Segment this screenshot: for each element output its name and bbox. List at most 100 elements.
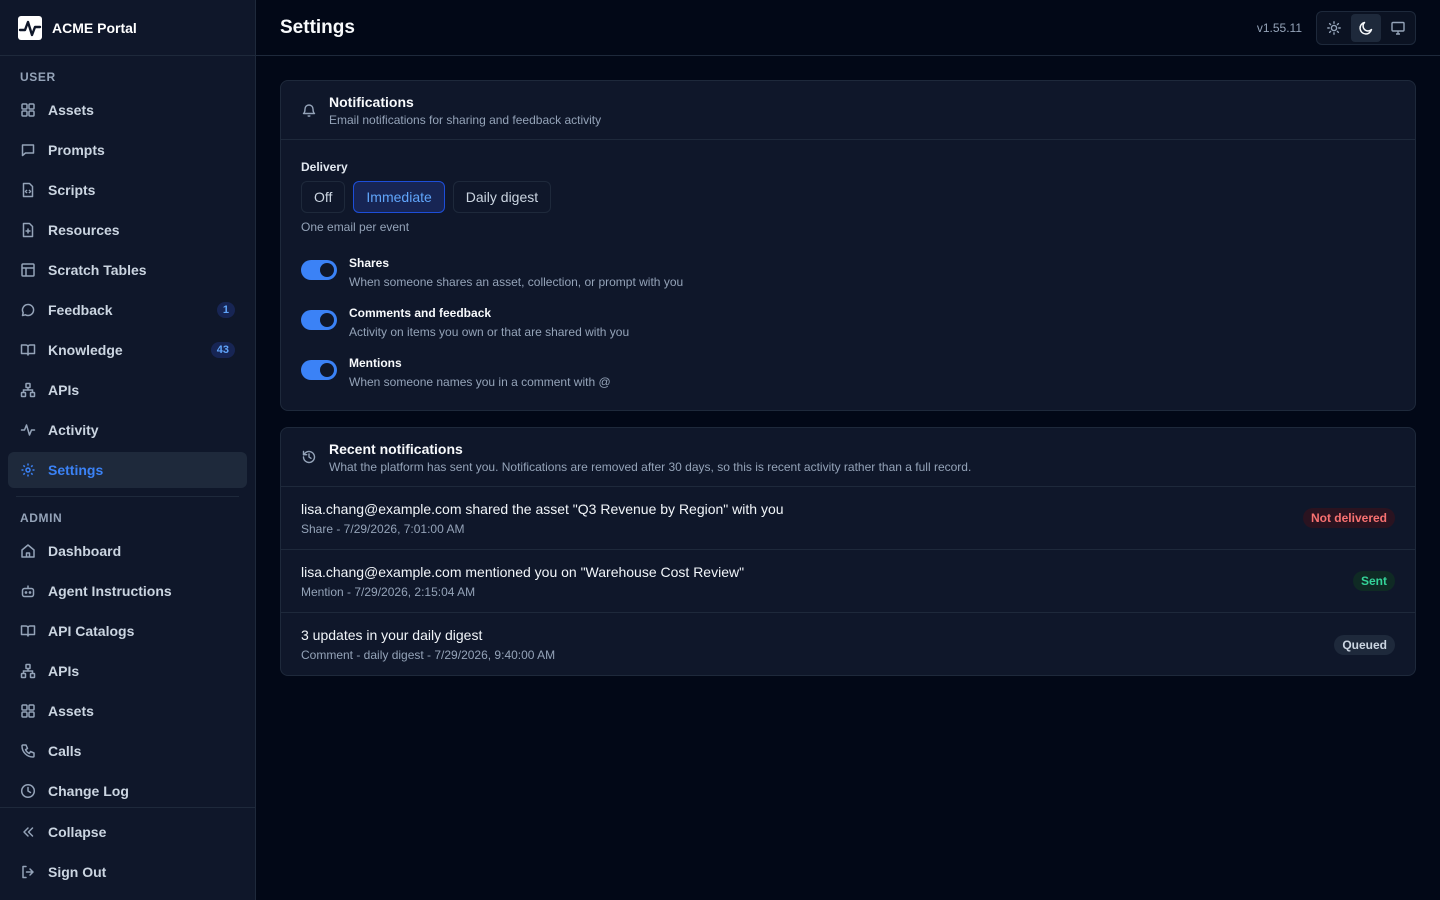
recent-subtitle: What the platform has sent you. Notifica…: [329, 459, 972, 474]
sidebar-item-label: Activity: [48, 422, 99, 438]
gear-icon: [20, 462, 36, 478]
sidebar-item-label: Knowledge: [48, 342, 123, 358]
notifications-title: Notifications: [329, 93, 414, 110]
theme-dark-button[interactable]: [1351, 13, 1381, 42]
sidebar-item-scripts[interactable]: Scripts: [8, 172, 247, 208]
toggle-description: When someone names you in a comment with…: [349, 375, 611, 389]
toggle-title: Mentions: [349, 356, 402, 370]
log-out-icon: [20, 864, 36, 880]
shares-toggle[interactable]: [301, 260, 337, 280]
sidebar-item-label: Assets: [48, 703, 94, 719]
toggle-description: When someone shares an asset, collection…: [349, 275, 684, 289]
sidebar-item-scratch-tables[interactable]: Scratch Tables: [8, 252, 247, 288]
toggle-list: Shares When someone shares an asset, col…: [281, 256, 1415, 406]
recent-title: Recent notifications: [329, 440, 463, 457]
network-icon: [20, 382, 36, 398]
sidebar-item-change-log[interactable]: Change Log: [8, 773, 247, 807]
sign-out-button[interactable]: Sign Out: [8, 854, 247, 890]
sidebar-item-admin-apis[interactable]: APIs: [8, 653, 247, 689]
book-icon: [20, 342, 36, 358]
toggle-row-mentions: Mentions When someone names you in a com…: [301, 356, 1415, 406]
section-label-user: USER: [20, 70, 56, 84]
toggle-title: Comments and feedback: [349, 306, 492, 320]
count-badge: 43: [210, 342, 235, 358]
count-badge: 1: [216, 302, 235, 318]
bell-icon: [301, 102, 317, 118]
sidebar-item-label: Calls: [48, 743, 82, 759]
sidebar-item-label: API Catalogs: [48, 623, 135, 639]
phone-icon: [20, 743, 36, 759]
delivery-selector: Off Immediate Daily digest: [301, 181, 1415, 213]
sidebar-footer: Collapse Sign Out: [0, 807, 255, 900]
delivery-daily-digest-button[interactable]: Daily digest: [452, 181, 552, 213]
clock-icon: [20, 783, 36, 799]
theme-light-button[interactable]: [1319, 14, 1349, 42]
sidebar-item-assets[interactable]: Assets: [8, 92, 247, 128]
sign-out-label: Sign Out: [48, 864, 107, 880]
top-bar: Settings v1.55.11: [256, 0, 1440, 56]
notification-text: lisa.chang@example.com shared the asset …: [301, 500, 784, 517]
grid-icon: [20, 102, 36, 118]
sidebar-item-prompts[interactable]: Prompts: [8, 132, 247, 168]
comments-toggle[interactable]: [301, 310, 337, 330]
sidebar-item-label: Feedback: [48, 302, 113, 318]
mentions-toggle[interactable]: [301, 360, 337, 380]
notification-row[interactable]: lisa.chang@example.com mentioned you on …: [281, 550, 1415, 613]
sidebar-item-agent-instructions[interactable]: Agent Instructions: [8, 573, 247, 609]
theme-system-button[interactable]: [1383, 14, 1413, 42]
chevrons-left-icon: [20, 824, 36, 840]
collapse-label: Collapse: [48, 824, 107, 840]
delivery-immediate-button[interactable]: Immediate: [353, 181, 445, 213]
message-circle-icon: [20, 302, 36, 318]
brand[interactable]: ACME Portal: [0, 0, 255, 56]
notifications-card: Notifications Email notifications for sh…: [280, 80, 1416, 411]
sidebar-item-api-catalogs[interactable]: API Catalogs: [8, 613, 247, 649]
sidebar-item-feedback[interactable]: Feedback 1: [8, 292, 247, 328]
sidebar-item-label: Scratch Tables: [48, 262, 147, 278]
grid-icon: [20, 703, 36, 719]
file-code-icon: [20, 182, 36, 198]
history-icon: [301, 449, 317, 465]
recent-notifications-card: Recent notifications What the platform h…: [280, 427, 1416, 676]
sidebar-item-label: Agent Instructions: [48, 583, 172, 599]
delivery-off-button[interactable]: Off: [301, 181, 346, 213]
toggle-knob: [320, 363, 334, 377]
toggle-title: Shares: [349, 256, 390, 270]
moon-icon: [1358, 20, 1374, 36]
brand-name: ACME Portal: [52, 19, 137, 36]
table-icon: [20, 262, 36, 278]
notification-row[interactable]: 3 updates in your daily digest Comment -…: [281, 613, 1415, 676]
sidebar-item-activity[interactable]: Activity: [8, 412, 247, 448]
notification-text: lisa.chang@example.com mentioned you on …: [301, 563, 745, 580]
version-label: v1.55.11: [1256, 20, 1302, 35]
delivery-hint: One email per event: [301, 220, 410, 234]
activity-icon: [20, 422, 36, 438]
sidebar-item-resources[interactable]: Resources: [8, 212, 247, 248]
logo-icon: [18, 15, 42, 40]
status-badge: Queued: [1334, 634, 1395, 655]
sidebar-item-label: Scripts: [48, 182, 96, 198]
sidebar-item-admin-assets[interactable]: Assets: [8, 693, 247, 729]
file-icon: [20, 222, 36, 238]
sidebar-item-label: Prompts: [48, 142, 105, 158]
toggle-knob: [320, 263, 334, 277]
bot-icon: [20, 583, 36, 599]
sidebar-item-dashboard[interactable]: Dashboard: [8, 533, 247, 569]
sidebar-item-label: Assets: [48, 102, 94, 118]
sidebar-item-apis[interactable]: APIs: [8, 372, 247, 408]
sidebar-nav: USER Assets Prompts Scripts Resources Sc…: [0, 56, 255, 807]
notification-meta: Mention - 7/29/2026, 2:15:04 AM: [301, 584, 476, 599]
sidebar-item-label: Settings: [48, 462, 104, 478]
sidebar-item-calls[interactable]: Calls: [8, 733, 247, 769]
sidebar-item-label: Dashboard: [48, 543, 122, 559]
collapse-button[interactable]: Collapse: [8, 814, 247, 850]
toggle-row-comments: Comments and feedback Activity on items …: [301, 306, 1415, 356]
sidebar-item-label: Change Log: [48, 783, 129, 799]
network-icon: [20, 663, 36, 679]
notification-text: 3 updates in your daily digest: [301, 627, 483, 643]
notification-row[interactable]: lisa.chang@example.com shared the asset …: [281, 487, 1415, 550]
sidebar-item-knowledge[interactable]: Knowledge 43: [8, 332, 247, 368]
toggle-description: Activity on items you own or that are sh…: [349, 325, 630, 339]
notifications-subtitle: Email notifications for sharing and feed…: [329, 112, 602, 127]
sidebar-item-settings[interactable]: Settings: [8, 452, 247, 488]
